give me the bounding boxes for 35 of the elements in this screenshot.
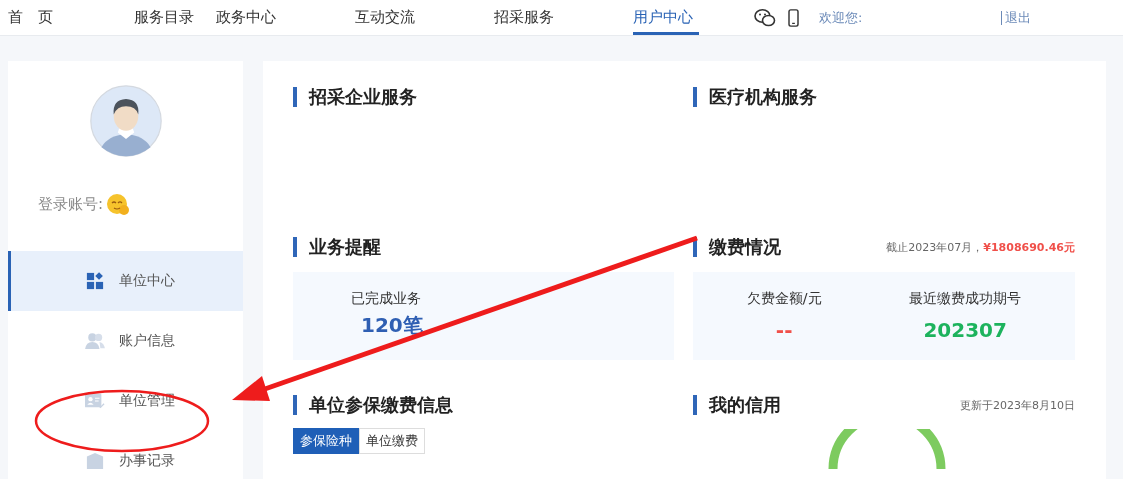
id-card-icon bbox=[85, 392, 105, 410]
section-heading: 业务提醒 bbox=[293, 237, 381, 257]
tab[interactable]: 单位缴费 bbox=[359, 428, 425, 454]
account-label: 登录账号: bbox=[38, 194, 104, 214]
stat-value: 120笔 bbox=[360, 312, 423, 339]
payment-note: 截止2023年07月，¥1808690.46元 bbox=[886, 239, 1075, 255]
stat-label: 欠费金额/元 bbox=[746, 290, 822, 308]
sidebar-menu-item[interactable]: 账户信息 bbox=[8, 311, 243, 371]
nav-tab[interactable]: 招采服务 bbox=[494, 0, 633, 35]
nav-tab[interactable]: 互动交流 bbox=[355, 0, 494, 35]
emoji-icon bbox=[105, 191, 132, 217]
logout-link[interactable]: 退出 bbox=[1001, 10, 1031, 25]
shield-icon bbox=[85, 452, 105, 470]
nav-tab[interactable]: 政务中心 bbox=[216, 0, 355, 35]
nav-tab[interactable]: 用户中心 bbox=[633, 0, 699, 35]
section-heading: 单位参保缴费信息 bbox=[293, 395, 453, 415]
section-heading: 我的信用 bbox=[693, 395, 781, 415]
section-heading: 医疗机构服务 bbox=[693, 87, 817, 107]
sidebar-menu-item[interactable]: 办事记录 bbox=[8, 431, 243, 479]
nav-tab[interactable]: 首 页 bbox=[0, 0, 76, 35]
stat-value: -- bbox=[775, 318, 793, 342]
update-date: 更新于2023年8月10日 bbox=[960, 397, 1075, 413]
grid-icon bbox=[85, 272, 105, 290]
nav-tab[interactable]: 服务目录 bbox=[124, 0, 216, 35]
users-icon bbox=[85, 332, 105, 350]
section-heading: 缴费情况 bbox=[693, 237, 781, 257]
stat-value: 202307 bbox=[923, 318, 1007, 342]
stat-label: 最近缴费成功期号 bbox=[909, 290, 1022, 308]
stat-label: 已完成业务 bbox=[351, 290, 422, 308]
phone-icon[interactable] bbox=[788, 8, 799, 27]
section-heading: 招采企业服务 bbox=[293, 87, 417, 107]
tab[interactable]: 参保险种 bbox=[293, 428, 359, 454]
chat-bubbles-icon[interactable] bbox=[754, 7, 776, 28]
welcome-text: 欢迎您: bbox=[819, 8, 864, 27]
sidebar-menu-item[interactable]: 单位中心 bbox=[8, 251, 243, 311]
